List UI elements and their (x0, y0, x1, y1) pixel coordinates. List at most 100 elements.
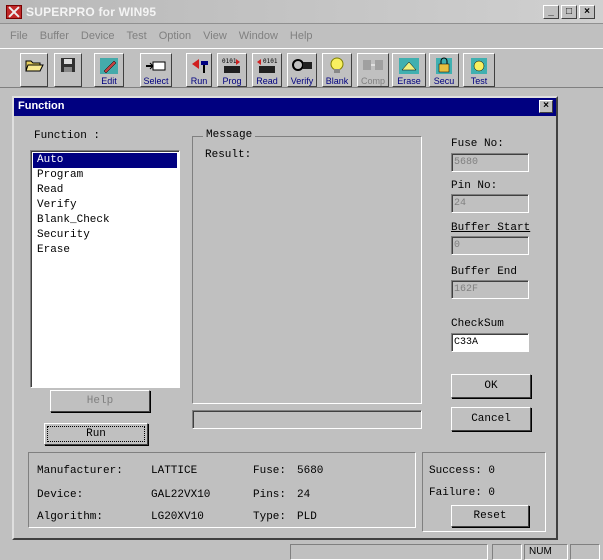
function-list[interactable]: Auto Program Read Verify Blank_Check Sec… (30, 150, 180, 388)
svg-text:0101: 0101 (263, 58, 278, 65)
menu-bar: File Buffer Device Test Option View Wind… (0, 28, 603, 46)
floppy-disk-icon (61, 58, 75, 72)
dialog-title: Function (18, 100, 65, 112)
function-label: Function : (34, 130, 101, 142)
test-label: Test (470, 76, 488, 86)
status-bar: NUM (0, 543, 603, 560)
result-label: Result: (205, 149, 252, 161)
verify-label: Verify (290, 76, 314, 86)
help-button[interactable]: Help (50, 390, 150, 412)
algorithm-value: LG20XV10 (151, 511, 204, 523)
verify-icon (292, 59, 312, 71)
menu-window[interactable]: Window (233, 28, 284, 46)
secu-label: Secu (433, 76, 455, 86)
pin-no-label: Pin No: (451, 180, 498, 192)
open-file-button[interactable] (20, 53, 48, 87)
run-label: Run (190, 76, 208, 86)
edit-label: Edit (101, 76, 117, 86)
message-group: Message Result: (192, 129, 422, 404)
pins-value: 24 (297, 489, 311, 501)
type-label: Type: (253, 511, 287, 523)
compare-button[interactable]: Comp (357, 53, 389, 87)
device-label: Device: (37, 489, 84, 501)
dialog-title-bar: Function × (14, 98, 556, 116)
dialog-close-button[interactable]: × (539, 100, 553, 113)
device-info-group: Manufacturer: LATTICE Device: GAL22VX10 … (28, 452, 416, 528)
maximize-button[interactable]: □ (561, 5, 577, 19)
device-value: GAL22VX10 (151, 489, 211, 501)
comp-label: Comp (360, 76, 385, 86)
lightbulb-icon (330, 57, 344, 73)
program-button[interactable]: 0101 Prog (217, 53, 247, 87)
superpro-logo-icon (6, 5, 22, 19)
minimize-button[interactable]: _ (543, 5, 559, 19)
result-counts-group: Success: 0 Failure: 0 Reset (422, 452, 546, 532)
program-chip-icon: 0101 (222, 58, 240, 73)
compare-icon (363, 60, 383, 70)
success-count: Success: 0 (429, 465, 496, 477)
status-panel-caps (492, 544, 522, 560)
status-num: NUM (524, 544, 568, 560)
pencil-icon (100, 58, 118, 74)
checksum-label: CheckSum (451, 318, 504, 330)
blank-check-button[interactable]: Blank (322, 53, 352, 87)
close-button[interactable]: × (579, 5, 595, 19)
function-item-blank-check[interactable]: Blank_Check (33, 213, 177, 228)
verify-button[interactable]: Verify (287, 53, 317, 87)
test-button[interactable]: Test (463, 53, 495, 87)
blank-label: Blank (325, 76, 349, 86)
pin-no-field[interactable]: 24 (451, 194, 529, 213)
status-panel-message (290, 544, 488, 560)
erase-icon (399, 58, 419, 74)
chip-select-icon (146, 61, 166, 71)
app-title: SUPERPRO for WIN95 (26, 5, 157, 19)
buffer-start-label: Buffer Start (451, 222, 531, 234)
save-file-button[interactable] (54, 53, 82, 87)
function-item-erase[interactable]: Erase (33, 243, 177, 258)
buffer-start-field[interactable]: 0 (451, 236, 529, 255)
menu-test[interactable]: Test (121, 28, 153, 46)
erase-label: Erase (397, 76, 421, 86)
run-icon (192, 59, 208, 73)
manufacturer-value: LATTICE (151, 465, 198, 477)
menu-option[interactable]: Option (153, 28, 197, 46)
failure-count: Failure: 0 (429, 487, 496, 499)
menu-view[interactable]: View (197, 28, 233, 46)
function-item-program[interactable]: Program (33, 168, 177, 183)
function-item-security[interactable]: Security (33, 228, 177, 243)
fuse-value: 5680 (297, 465, 324, 477)
progress-bar (192, 410, 422, 429)
toolbar: Edit Select Run 0101 Prog 0101 Read Veri… (0, 48, 603, 88)
edit-button[interactable]: Edit (94, 53, 124, 87)
fuse-no-field[interactable]: 5680 (451, 153, 529, 172)
run-dialog-button[interactable]: Run (44, 423, 148, 445)
select-label: Select (143, 76, 169, 86)
function-item-read[interactable]: Read (33, 183, 177, 198)
svg-text:0101: 0101 (222, 58, 237, 65)
menu-help[interactable]: Help (284, 28, 319, 46)
menu-file[interactable]: File (4, 28, 34, 46)
menu-buffer[interactable]: Buffer (34, 28, 75, 46)
run-button[interactable]: Run (186, 53, 212, 87)
reset-button[interactable]: Reset (451, 505, 529, 527)
cancel-button[interactable]: Cancel (451, 407, 531, 431)
algorithm-label: Algorithm: (37, 511, 104, 523)
fuse-label: Fuse: (253, 465, 287, 477)
menu-device[interactable]: Device (75, 28, 121, 46)
checksum-field[interactable]: C33A (451, 333, 529, 352)
security-button[interactable]: Secu (429, 53, 459, 87)
app-title-bar: SUPERPRO for WIN95 _ □ × (0, 0, 603, 24)
function-item-auto[interactable]: Auto (33, 153, 177, 168)
message-label: Message (203, 129, 256, 141)
function-item-verify[interactable]: Verify (33, 198, 177, 213)
read-button[interactable]: 0101 Read (252, 53, 282, 87)
ok-button[interactable]: OK (451, 374, 531, 398)
pins-label: Pins: (253, 489, 287, 501)
buffer-end-field[interactable]: 162F (451, 280, 529, 299)
erase-button[interactable]: Erase (392, 53, 426, 87)
prog-label: Prog (222, 76, 242, 86)
fuse-no-label: Fuse No: (451, 138, 504, 150)
type-value: PLD (297, 511, 317, 523)
function-dialog: Function × Function : Auto Program Read … (12, 96, 558, 540)
select-button[interactable]: Select (140, 53, 172, 87)
